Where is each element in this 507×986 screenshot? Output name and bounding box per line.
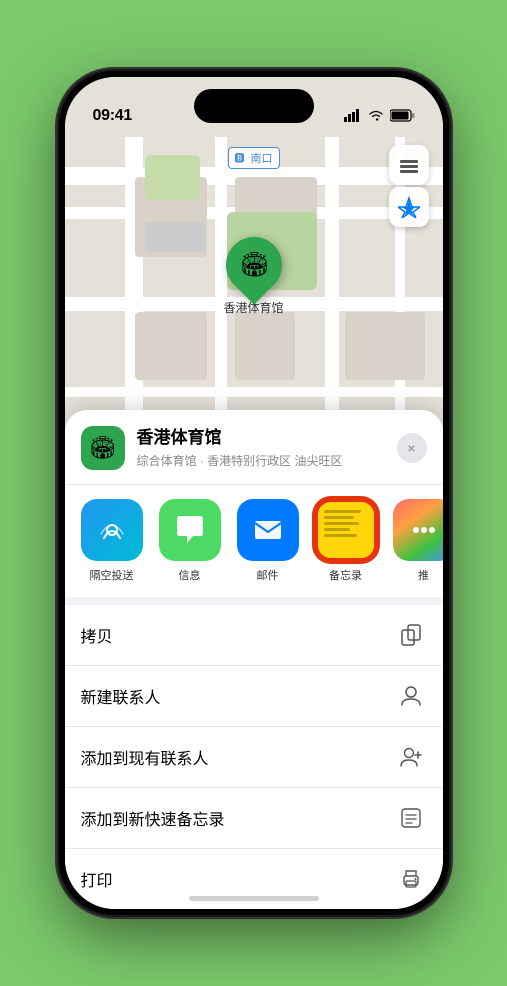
status-icons bbox=[344, 109, 415, 125]
mail-icon bbox=[237, 499, 299, 561]
share-item-more[interactable]: 推 bbox=[393, 499, 443, 583]
notes-label: 备忘录 bbox=[329, 567, 362, 583]
copy-icon bbox=[395, 619, 427, 651]
share-item-mail[interactable]: 邮件 bbox=[237, 499, 299, 583]
pin-marker: 🏟 bbox=[214, 225, 293, 304]
print-icon bbox=[395, 863, 427, 895]
share-item-notes[interactable]: 备忘录 bbox=[315, 499, 377, 583]
action-quick-note-label: 添加到新快速备忘录 bbox=[81, 806, 225, 830]
action-item-copy[interactable]: 拷贝 bbox=[65, 605, 443, 666]
action-list: 拷贝 新建联系人 bbox=[65, 605, 443, 909]
notes-content bbox=[318, 502, 374, 558]
action-item-quick-note[interactable]: 添加到新快速备忘录 bbox=[65, 788, 443, 849]
close-button[interactable]: × bbox=[397, 433, 427, 463]
stadium-icon: 🏟 bbox=[238, 251, 268, 280]
action-copy-label: 拷贝 bbox=[81, 623, 113, 647]
wifi-icon bbox=[368, 109, 384, 125]
location-button[interactable] bbox=[389, 187, 429, 227]
notes-line-3 bbox=[324, 522, 359, 525]
notes-line-1 bbox=[324, 510, 361, 513]
more-icon bbox=[393, 499, 443, 561]
map-north-entrance-label: 🅱 南口 bbox=[227, 147, 279, 169]
location-venue-icon: 🏟 bbox=[81, 426, 125, 470]
airdrop-label: 隔空投送 bbox=[90, 567, 134, 583]
location-header: 🏟 香港体育馆 综合体育馆 · 香港特别行政区 油尖旺区 × bbox=[65, 410, 443, 485]
stadium-pin: 🏟 香港体育馆 bbox=[223, 237, 283, 316]
action-item-new-contact[interactable]: 新建联系人 bbox=[65, 666, 443, 727]
signal-icon bbox=[344, 109, 362, 125]
person-add-icon bbox=[395, 741, 427, 773]
notes-line-4 bbox=[324, 528, 350, 531]
phone-frame: 09:41 bbox=[59, 71, 449, 915]
entrance-icon: 🅱 bbox=[234, 154, 244, 165]
location-info: 香港体育馆 综合体育馆 · 香港特别行政区 油尖旺区 bbox=[137, 427, 385, 468]
airdrop-icon bbox=[81, 499, 143, 561]
person-icon bbox=[395, 680, 427, 712]
action-item-add-to-contact[interactable]: 添加到现有联系人 bbox=[65, 727, 443, 788]
notes-line-2 bbox=[324, 516, 355, 519]
action-print-label: 打印 bbox=[81, 867, 113, 891]
action-add-contact-label: 添加到现有联系人 bbox=[81, 745, 209, 769]
notes-line-5 bbox=[324, 534, 357, 537]
mail-label: 邮件 bbox=[257, 567, 279, 583]
share-row: 隔空投送 信息 bbox=[65, 485, 443, 605]
map-layers-button[interactable] bbox=[389, 145, 429, 185]
home-indicator bbox=[189, 896, 319, 901]
notes-app-icon bbox=[315, 499, 377, 561]
messages-icon bbox=[159, 499, 221, 561]
action-new-contact-label: 新建联系人 bbox=[81, 684, 161, 708]
location-subtitle: 综合体育馆 · 香港特别行政区 油尖旺区 bbox=[137, 452, 385, 469]
messages-label: 信息 bbox=[179, 567, 201, 583]
bottom-sheet: 🏟 香港体育馆 综合体育馆 · 香港特别行政区 油尖旺区 × bbox=[65, 410, 443, 909]
share-item-airdrop[interactable]: 隔空投送 bbox=[81, 499, 143, 583]
phone-screen: 09:41 bbox=[65, 77, 443, 909]
location-name: 香港体育馆 bbox=[137, 427, 385, 449]
more-label: 推 bbox=[418, 567, 429, 583]
status-time: 09:41 bbox=[93, 107, 132, 125]
status-bar: 09:41 bbox=[65, 77, 443, 131]
share-item-messages[interactable]: 信息 bbox=[159, 499, 221, 583]
quick-note-icon bbox=[395, 802, 427, 834]
map-controls bbox=[389, 145, 429, 227]
battery-icon bbox=[390, 109, 415, 125]
